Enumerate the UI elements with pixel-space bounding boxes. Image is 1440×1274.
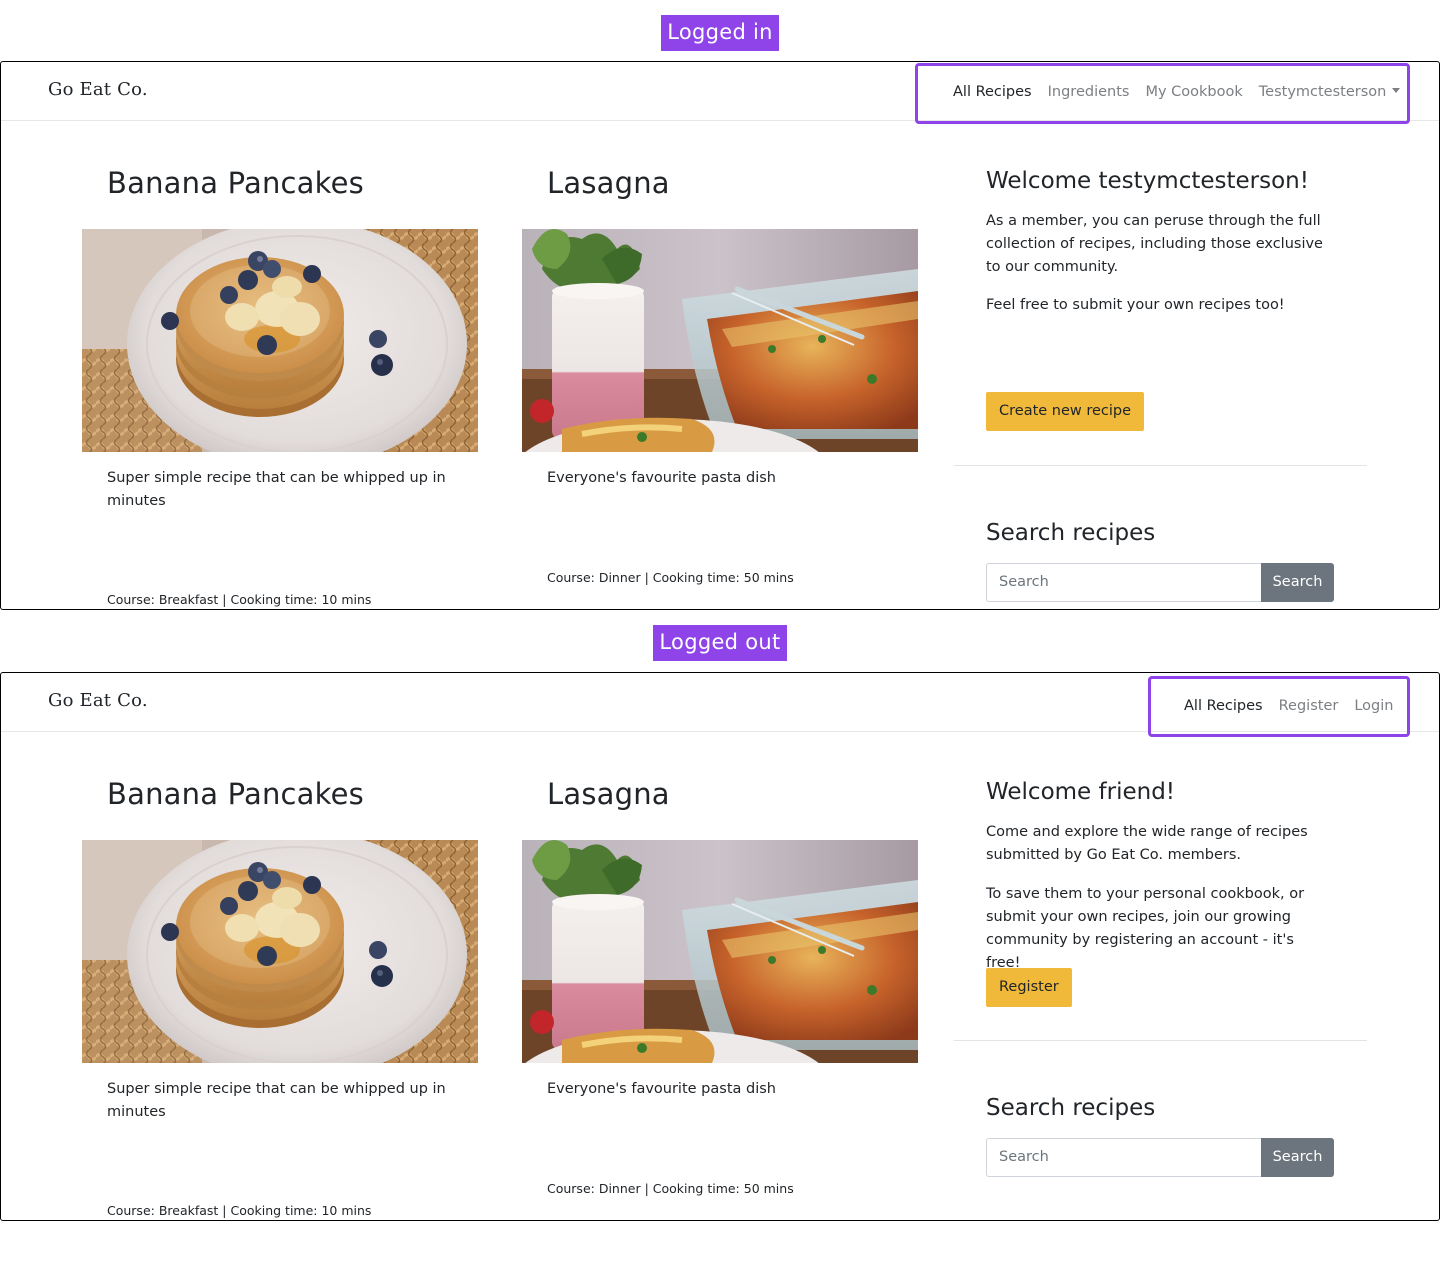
recipe-description: Everyone's favourite pasta dish [547, 470, 776, 486]
caret-down-icon [1392, 87, 1401, 93]
create-recipe-button[interactable]: Create new recipe [986, 392, 1145, 431]
lasagna-photo[interactable] [522, 840, 918, 1063]
lasagna-photo[interactable] [522, 229, 918, 452]
pancakes-photo[interactable] [82, 229, 478, 452]
register-button[interactable]: Register [986, 968, 1072, 1007]
navbar: Go Eat Co. All Recipes Register Login [1, 673, 1439, 737]
search-title: Search recipes [986, 1095, 1156, 1121]
recipe-meta: Course: Breakfast | Cooking time: 10 min… [107, 1203, 372, 1218]
pancakes-photo[interactable] [82, 840, 478, 1063]
recipe-meta: Course: Breakfast | Cooking time: 10 min… [107, 592, 372, 607]
search-button[interactable]: Search [1261, 1138, 1334, 1177]
recipe-title[interactable]: Lasagna [547, 777, 670, 811]
user-name: Testymctesterson [1258, 83, 1387, 100]
recipe-meta: Course: Dinner | Cooking time: 50 mins [547, 1181, 794, 1196]
sidebar-divider [954, 465, 1367, 466]
welcome-paragraph: Come and explore the wide range of recip… [986, 824, 1308, 863]
nav-links: All Recipes Ingredients My Cookbook Test… [953, 62, 1401, 121]
recipe-title[interactable]: Banana Pancakes [107, 777, 364, 811]
search-title: Search recipes [986, 520, 1156, 546]
recipe-description: Super simple recipe that can be whipped … [107, 470, 446, 509]
welcome-paragraph: To save them to your personal cookbook, … [986, 886, 1305, 971]
logged-out-screen: Go Eat Co. All Recipes Register Login Ba… [0, 672, 1440, 1221]
logged-out-label-text: Logged out [653, 625, 787, 661]
search-button[interactable]: Search [1261, 563, 1334, 602]
nav-register[interactable]: Register [1279, 698, 1339, 714]
nav-ingredients[interactable]: Ingredients [1048, 84, 1130, 100]
logged-in-screen: Go Eat Co. All Recipes Ingredients My Co… [0, 61, 1440, 610]
logged-in-label: Logged in [0, 15, 1440, 51]
navbar: Go Eat Co. All Recipes Ingredients My Co… [1, 62, 1439, 124]
recipe-description: Everyone's favourite pasta dish [547, 1081, 776, 1097]
welcome-title: Welcome testymctesterson! [986, 168, 1309, 194]
nav-login[interactable]: Login [1354, 698, 1393, 714]
recipe-meta: Course: Dinner | Cooking time: 50 mins [547, 570, 794, 585]
search-input[interactable]: Search [986, 563, 1261, 602]
nav-user-dropdown[interactable]: Testymctesterson [1259, 84, 1401, 100]
nav-all-recipes[interactable]: All Recipes [953, 84, 1032, 100]
welcome-paragraph: Feel free to submit your own recipes too… [986, 297, 1285, 313]
nav-links: All Recipes Register Login [1184, 676, 1393, 735]
sidebar-divider [954, 1040, 1367, 1041]
brand-logo[interactable]: Go Eat Co. [48, 690, 148, 711]
nav-all-recipes[interactable]: All Recipes [1184, 698, 1263, 714]
logged-out-label: Logged out [0, 625, 1440, 661]
logged-in-label-text: Logged in [661, 15, 779, 51]
recipe-description: Super simple recipe that can be whipped … [107, 1081, 446, 1120]
recipe-title[interactable]: Banana Pancakes [107, 166, 364, 200]
brand-logo[interactable]: Go Eat Co. [48, 79, 148, 100]
welcome-title: Welcome friend! [986, 779, 1176, 805]
welcome-paragraph: As a member, you can peruse through the … [986, 213, 1323, 275]
nav-my-cookbook[interactable]: My Cookbook [1145, 84, 1242, 100]
recipe-title[interactable]: Lasagna [547, 166, 670, 200]
search-input[interactable]: Search [986, 1138, 1261, 1177]
